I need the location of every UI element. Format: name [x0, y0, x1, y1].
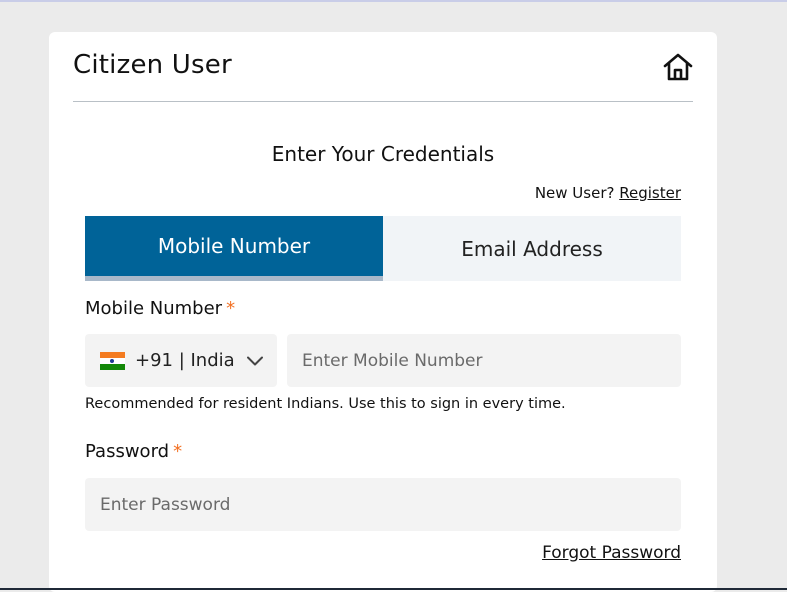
country-code-value: +91 | India: [135, 350, 235, 371]
password-label: Password *: [85, 441, 182, 462]
mobile-number-label-text: Mobile Number: [85, 298, 223, 319]
home-icon[interactable]: [662, 52, 694, 82]
mobile-number-input[interactable]: [287, 334, 681, 387]
credentials-heading: Enter Your Credentials: [271, 142, 495, 166]
new-user-text: New User?: [534, 184, 615, 202]
page-title: Citizen User: [73, 50, 232, 80]
tab-email-address[interactable]: Email Address: [383, 216, 681, 281]
login-method-tabs: Mobile Number Email Address: [85, 216, 681, 281]
required-asterisk: *: [173, 441, 183, 462]
required-asterisk: *: [226, 298, 236, 319]
login-card: Citizen User Enter Your Credentials New …: [49, 32, 717, 592]
header-divider: [73, 101, 693, 102]
password-label-text: Password: [85, 441, 170, 462]
new-user-prompt: New User? Register: [535, 184, 681, 202]
window-top-border: [0, 0, 787, 2]
india-flag-icon: [100, 351, 125, 370]
country-code-select[interactable]: +91 | India: [85, 334, 277, 387]
forgot-password-link[interactable]: Forgot Password: [542, 543, 681, 563]
password-input[interactable]: [85, 478, 681, 531]
mobile-number-label: Mobile Number *: [85, 298, 235, 319]
register-link[interactable]: Register: [619, 184, 681, 202]
mobile-hint-text: Recommended for resident Indians. Use th…: [85, 396, 566, 412]
chevron-down-icon: [247, 356, 263, 366]
tab-mobile-number[interactable]: Mobile Number: [85, 216, 383, 281]
